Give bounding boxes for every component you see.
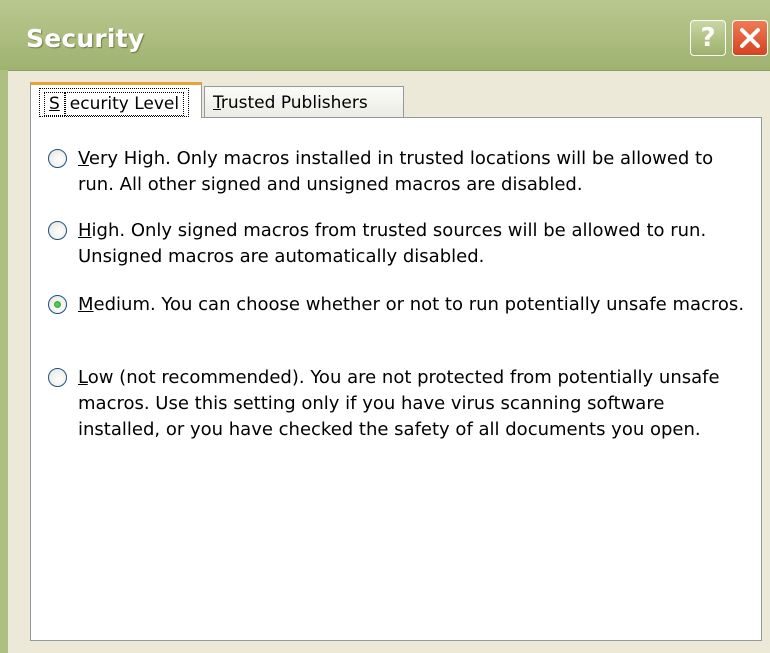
tab-security-level[interactable]: Security Level [30, 82, 202, 118]
title-bar[interactable]: Security ? [0, 0, 770, 71]
window-title: Security [26, 24, 145, 53]
option-high-label: High. Only signed macros from trusted so… [78, 220, 707, 267]
help-button[interactable]: ? [690, 20, 726, 56]
tab-trusted-publishers-label: Trusted Publishers [213, 93, 368, 113]
option-low-label: Low (not recommended). You are not prote… [78, 367, 720, 440]
radio-low[interactable] [48, 368, 67, 387]
radio-high[interactable] [48, 221, 67, 240]
window-left-border [0, 70, 8, 653]
radio-very-high[interactable] [48, 149, 67, 168]
close-button[interactable] [732, 20, 768, 56]
tab-trusted-publishers[interactable]: Trusted Publishers [204, 86, 404, 118]
option-very-high-label: Very High. Only macros installed in trus… [78, 148, 714, 195]
close-icon [740, 28, 760, 48]
option-medium-label: Medium. You can choose whether or not to… [78, 294, 745, 315]
security-dialog: Security ? Security Level Trusted Publis… [0, 0, 770, 653]
help-icon: ? [700, 23, 716, 53]
radio-medium[interactable] [48, 295, 67, 314]
tab-security-level-label: Security Level [39, 88, 190, 117]
